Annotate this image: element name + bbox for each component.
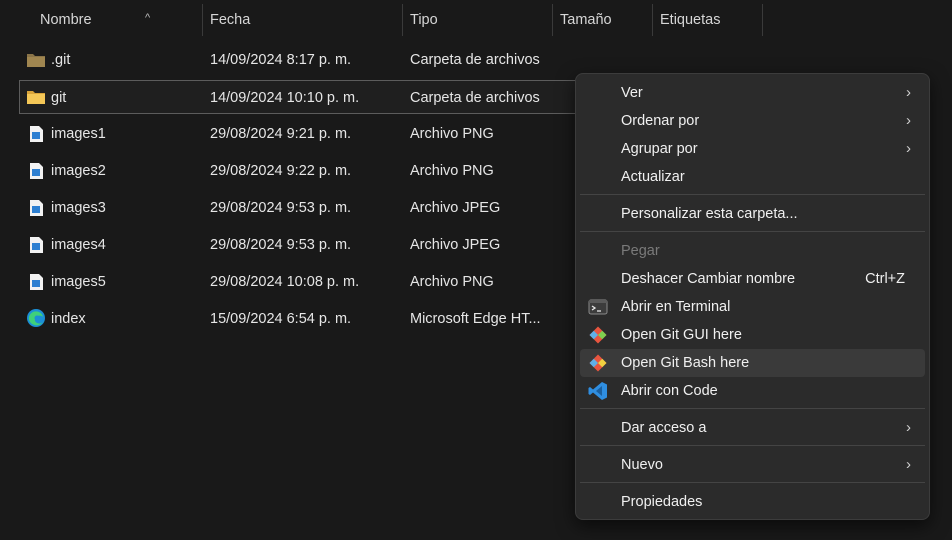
menu-item-label: Open Git GUI here [621,327,742,343]
sort-ascending-icon: ^ [145,12,151,24]
git-gui-icon [589,326,607,344]
column-tags-label: Etiquetas [660,12,721,28]
image-file-icon [30,126,43,142]
image-file-icon [30,274,43,290]
column-name-label: Nombre [40,12,92,28]
column-header-type[interactable]: Tipo [403,4,553,36]
file-name: index [51,311,86,327]
menu-item-label: Personalizar esta carpeta... [621,206,798,222]
menu-item-label: Dar acceso a [621,420,707,436]
column-size-label: Tamaño [560,12,612,28]
file-row[interactable]: images1 29/08/2024 9:21 p. m. Archivo PN… [19,117,579,151]
file-row[interactable]: index 15/09/2024 6:54 p. m. Microsoft Ed… [19,302,579,336]
column-header-name[interactable]: Nombre ^ [33,4,203,36]
menu-item-nuevo[interactable]: Nuevo › [580,451,925,479]
menu-separator [580,408,925,409]
file-row[interactable]: images4 29/08/2024 9:53 p. m. Archivo JP… [19,228,579,262]
menu-item-label: Nuevo [621,457,663,473]
terminal-icon [588,299,608,315]
menu-item-actualizar[interactable]: Actualizar [580,163,925,191]
file-name: images3 [51,200,106,216]
file-row[interactable]: images5 29/08/2024 10:08 p. m. Archivo P… [19,265,579,299]
folder-icon [27,91,45,104]
menu-item-deshacer[interactable]: Deshacer Cambiar nombre Ctrl+Z [580,265,925,293]
menu-separator [580,445,925,446]
file-row[interactable]: .git 14/09/2024 8:17 p. m. Carpeta de ar… [19,43,579,77]
chevron-right-icon: › [906,456,911,473]
file-type: Microsoft Edge HT... [410,311,541,327]
file-date: 29/08/2024 10:08 p. m. [210,274,360,290]
file-name: images4 [51,237,106,253]
file-row[interactable]: images2 29/08/2024 9:22 p. m. Archivo PN… [19,154,579,188]
file-type: Archivo JPEG [410,237,501,253]
git-bash-icon [589,354,607,372]
column-date-label: Fecha [210,12,251,28]
file-name: images1 [51,126,106,142]
file-row[interactable]: git 14/09/2024 10:10 p. m. Carpeta de ar… [19,80,579,114]
menu-item-dar-acceso[interactable]: Dar acceso a › [580,414,925,442]
shortcut-label: Ctrl+Z [865,271,905,287]
context-menu: Ver › Ordenar por › Agrupar por › Actual… [575,73,930,520]
menu-item-label: Propiedades [621,494,703,510]
file-type: Carpeta de archivos [410,52,540,68]
chevron-right-icon: › [906,84,911,101]
file-name: .git [51,52,71,68]
column-header-tags[interactable]: Etiquetas [653,4,763,36]
column-header: Nombre ^ Fecha Tipo Tamaño Etiquetas [0,0,952,36]
file-type: Archivo PNG [410,163,494,179]
image-file-icon [30,237,43,253]
menu-item-label: Actualizar [621,169,685,185]
file-name: images5 [51,274,106,290]
folder-dim-icon [27,54,45,67]
menu-item-pegar: Pegar [580,237,925,265]
menu-item-open-git-bash[interactable]: Open Git Bash here [580,349,925,377]
file-type: Archivo JPEG [410,200,501,216]
menu-item-abrir-con-code[interactable]: Abrir con Code [580,377,925,405]
file-name: git [51,90,67,106]
column-header-size[interactable]: Tamaño [553,4,653,36]
menu-separator [580,231,925,232]
menu-item-label: Open Git Bash here [621,355,750,371]
menu-item-label: Pegar [621,243,660,259]
menu-item-label: Ver [621,85,643,101]
chevron-right-icon: › [906,112,911,129]
file-type: Carpeta de archivos [410,90,540,106]
file-type: Archivo PNG [410,126,494,142]
menu-item-label: Abrir en Terminal [621,299,731,315]
menu-item-abrir-terminal[interactable]: Abrir en Terminal [580,293,925,321]
column-type-label: Tipo [410,12,438,28]
file-date: 29/08/2024 9:22 p. m. [210,163,352,179]
file-date: 29/08/2024 9:53 p. m. [210,200,352,216]
file-date: 29/08/2024 9:21 p. m. [210,126,352,142]
file-row[interactable]: images3 29/08/2024 9:53 p. m. Archivo JP… [19,191,579,225]
menu-item-ver[interactable]: Ver › [580,79,925,107]
file-type: Archivo PNG [410,274,494,290]
menu-item-label: Deshacer Cambiar nombre [621,271,796,287]
chevron-right-icon: › [906,419,911,436]
menu-item-label: Abrir con Code [621,383,718,399]
file-date: 14/09/2024 8:17 p. m. [210,52,352,68]
chevron-right-icon: › [906,140,911,157]
file-date: 15/09/2024 6:54 p. m. [210,311,352,327]
file-name: images2 [51,163,106,179]
column-header-date[interactable]: Fecha [203,4,403,36]
menu-separator [580,482,925,483]
file-date: 29/08/2024 9:53 p. m. [210,237,352,253]
menu-item-propiedades[interactable]: Propiedades [580,488,925,516]
menu-item-agrupar-por[interactable]: Agrupar por › [580,135,925,163]
menu-item-label: Ordenar por [621,113,700,129]
image-file-icon [30,200,43,216]
menu-item-ordenar-por[interactable]: Ordenar por › [580,107,925,135]
image-file-icon [30,163,43,179]
file-date: 14/09/2024 10:10 p. m. [210,90,360,106]
menu-item-label: Agrupar por [621,141,698,157]
menu-item-open-git-gui[interactable]: Open Git GUI here [580,321,925,349]
menu-item-personalizar[interactable]: Personalizar esta carpeta... [580,200,925,228]
menu-separator [580,194,925,195]
vscode-icon [588,382,607,400]
edge-icon [27,309,45,327]
